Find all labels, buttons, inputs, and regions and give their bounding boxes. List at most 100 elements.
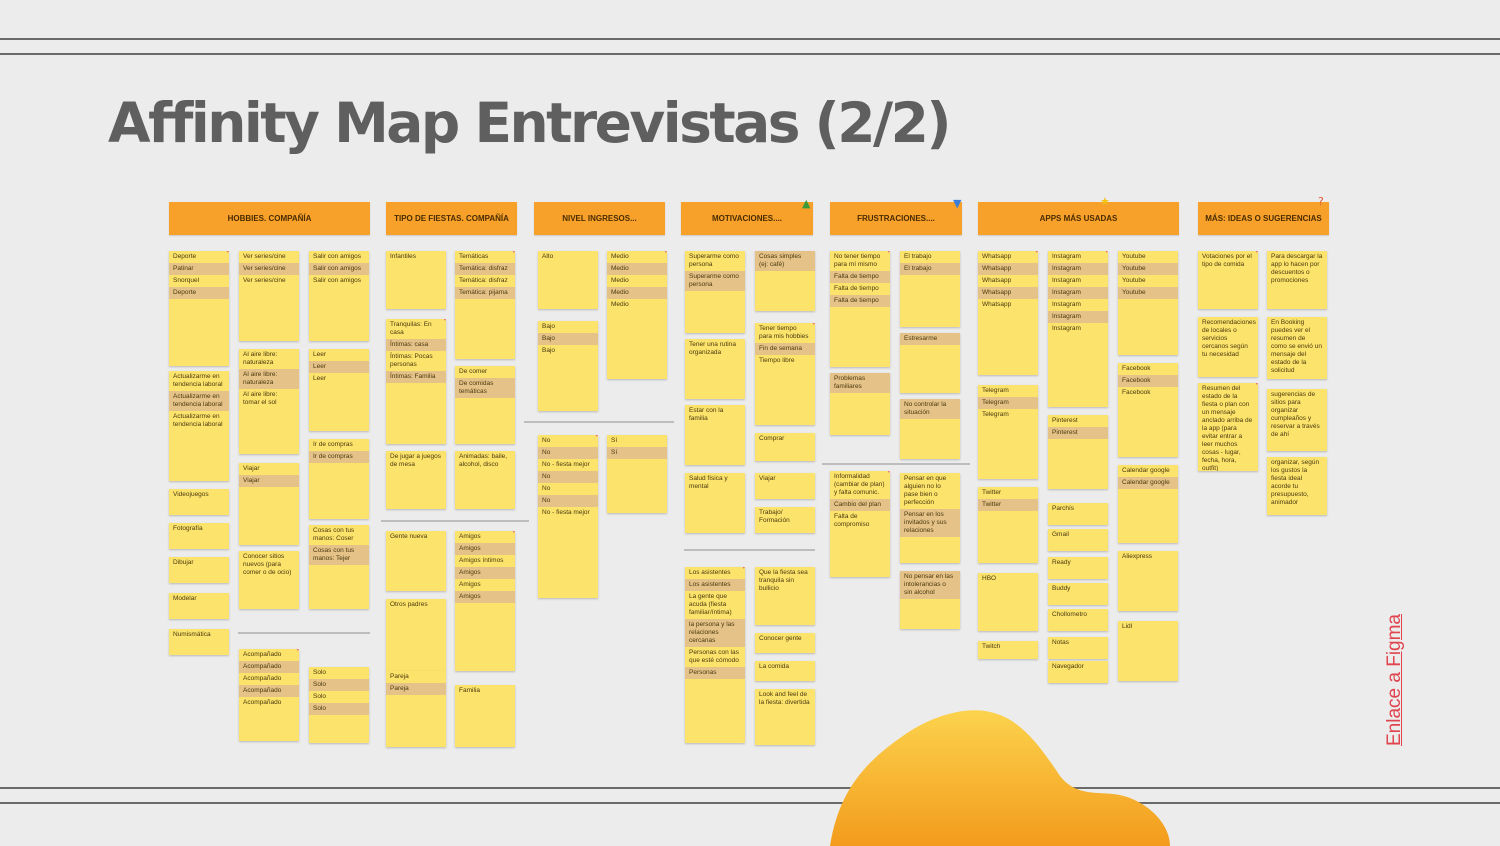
- note-line: De comer: [459, 368, 488, 375]
- sticky-note[interactable]: La comida: [755, 661, 815, 681]
- top-rule-2: [0, 53, 1500, 55]
- sticky-note[interactable]: Gmail: [1048, 529, 1108, 551]
- note-line: Instagram: [1048, 311, 1108, 323]
- sticky-note[interactable]: Salir con amigos Salir con amigos Salir co…: [309, 251, 369, 341]
- note-line: Bajo: [542, 347, 556, 354]
- sticky-note[interactable]: Buddy: [1048, 583, 1108, 605]
- sticky-note[interactable]: Telegram Telegram Telegram: [978, 385, 1038, 479]
- sticky-note[interactable]: Ver series/cine Ver series/cine Ver series…: [239, 251, 299, 341]
- sticky-note[interactable]: Recomendaciones de locales o servicios c…: [1198, 317, 1258, 377]
- note-line: Whatsapp: [978, 287, 1038, 299]
- sticky-note[interactable]: Acompañado Acompañado Acompañado Acompañado…: [239, 649, 299, 741]
- sticky-note[interactable]: Tranquilas: En casa Íntimas: casa Íntimas:…: [386, 319, 446, 444]
- sticky-note[interactable]: sugerencias de sitios para organizar cum…: [1267, 389, 1327, 451]
- sticky-note[interactable]: Medio Medio Medio Medio Medio ♥: [607, 251, 667, 379]
- sticky-note[interactable]: Comprar: [755, 433, 815, 461]
- sticky-note[interactable]: Whatsapp Whatsapp Whatsapp Whatsapp Whatsapp…: [978, 251, 1038, 375]
- sticky-note[interactable]: Familia: [455, 685, 515, 747]
- sticky-note[interactable]: No No No - fiesta mejor No No No No - fiesta m…: [538, 435, 598, 598]
- sticky-note[interactable]: De jugar a juegos de mesa: [386, 451, 446, 509]
- sticky-note[interactable]: organizar, según los gustos la fiesta id…: [1267, 457, 1327, 515]
- sticky-note[interactable]: Informalidad (cambiar de plan) y falta c…: [830, 471, 890, 577]
- note-line: Viajar: [759, 475, 776, 482]
- sticky-note[interactable]: Trabajo/ Formación: [755, 507, 815, 533]
- sticky-note[interactable]: Navegador: [1048, 661, 1108, 683]
- sticky-note[interactable]: Ir de compras Ir de compras: [309, 439, 369, 519]
- sticky-note[interactable]: Pinterest Pinterest: [1048, 415, 1108, 489]
- sticky-note[interactable]: Problemas familiares: [830, 373, 890, 435]
- note-line: Ready: [1052, 559, 1071, 566]
- sticky-note[interactable]: No pensar en las intolerancias o sin alc…: [900, 571, 960, 629]
- sticky-note[interactable]: Solo Solo Solo Solo: [309, 667, 369, 743]
- note-line: Alto: [542, 253, 554, 260]
- note-line: Instagram: [1048, 263, 1108, 275]
- figma-link[interactable]: Enlace a Figma: [1384, 614, 1406, 746]
- sticky-note[interactable]: Pareja Pareja: [386, 671, 446, 747]
- sticky-note[interactable]: Cosas simples (ej: café): [755, 251, 815, 311]
- sticky-note[interactable]: No tener tiempo para mí mismo Falta de ti…: [830, 251, 890, 367]
- sticky-note[interactable]: Para descargar la app lo hacen por descu…: [1267, 251, 1327, 309]
- sticky-note[interactable]: Notas: [1048, 637, 1108, 659]
- sticky-note[interactable]: Otros padres: [386, 599, 446, 671]
- sticky-note[interactable]: Conocer sitios nuevos (para comer o de o…: [239, 551, 299, 609]
- note-line: Otros padres: [390, 601, 428, 608]
- sticky-note[interactable]: Votaciones por el tipo de comida♥: [1198, 251, 1258, 309]
- sticky-note[interactable]: Cosas con tus manos: Coser Cosas con tus …: [309, 525, 369, 609]
- sticky-note[interactable]: Que la fiesta sea tranquila sin bullicio: [755, 567, 815, 625]
- note-line: Personas: [685, 667, 745, 679]
- sticky-note[interactable]: Pensar en que alguien no lo pase bien o …: [900, 473, 960, 563]
- sticky-note[interactable]: Salud física y mental: [685, 473, 745, 533]
- note-line: Falta de tiempo: [834, 285, 879, 292]
- sticky-note[interactable]: Chollometro: [1048, 609, 1108, 631]
- sticky-note[interactable]: Al aire libre: naturaleza Al aire libre: …: [239, 349, 299, 454]
- sticky-note[interactable]: Tener tiempo para mis hobbies Fin de sema…: [755, 323, 815, 425]
- sticky-note[interactable]: Superarme como persona Superarme como per…: [685, 251, 745, 333]
- sticky-note[interactable]: Modelar: [169, 593, 229, 619]
- thumbs-down-icon: ▼: [953, 197, 962, 210]
- sticky-note[interactable]: Aliexpress: [1118, 551, 1178, 611]
- sticky-note[interactable]: Gente nueva: [386, 531, 446, 591]
- sticky-note[interactable]: Calendar google Calendar google: [1118, 465, 1178, 543]
- sticky-note[interactable]: Infantiles: [386, 251, 446, 309]
- group-separator: [822, 463, 970, 465]
- sticky-note[interactable]: El trabajo El trabajo: [900, 251, 960, 327]
- sticky-note[interactable]: Dibujar: [169, 557, 229, 583]
- sticky-note[interactable]: Actualizarme en tendencia laboral Actuali…: [169, 371, 229, 481]
- sticky-note[interactable]: Bajo Bajo Bajo: [538, 321, 598, 411]
- sticky-note[interactable]: HBO: [978, 573, 1038, 631]
- sticky-note[interactable]: De comer De comidas temáticas: [455, 366, 515, 444]
- sticky-note[interactable]: Alto: [538, 251, 598, 309]
- sticky-note[interactable]: Estresarme: [900, 333, 960, 393]
- sticky-note[interactable]: Look and feel de la fiesta: divertida: [755, 689, 815, 745]
- sticky-note[interactable]: Twitter Twitter: [978, 487, 1038, 563]
- sticky-note[interactable]: Instagram Instagram Instagram Instagram Inst…: [1048, 251, 1108, 407]
- sticky-note[interactable]: Viajar Viajar: [239, 463, 299, 545]
- sticky-note[interactable]: Deporte Patinar Snorquel Deporte ♥: [169, 251, 229, 366]
- sticky-note[interactable]: Twitch: [978, 641, 1038, 659]
- note-line: Recomendaciones de locales o servicios c…: [1202, 319, 1256, 358]
- sticky-note[interactable]: Leer Leer Leer: [309, 349, 369, 431]
- sticky-note[interactable]: Videojuegos: [169, 489, 229, 515]
- sticky-note[interactable]: Facebook Facebook Facebook: [1118, 363, 1178, 457]
- sticky-note[interactable]: Youtube Youtube Youtube Youtube: [1118, 251, 1178, 355]
- sticky-note[interactable]: Temáticas Temática: disfraz Temática: disf…: [455, 251, 515, 359]
- note-line: Chollometro: [1052, 611, 1088, 618]
- note-line: Para descargar la app lo hacen por descu…: [1271, 253, 1323, 284]
- sticky-note[interactable]: Ready: [1048, 557, 1108, 579]
- sticky-note[interactable]: No controlar la situación: [900, 399, 960, 459]
- sticky-note[interactable]: Parchís: [1048, 503, 1108, 525]
- sticky-note[interactable]: Tener una rutina organizada: [685, 339, 745, 399]
- sticky-note[interactable]: Viajar: [755, 473, 815, 499]
- sticky-note[interactable]: En Booking puedes ver el resumen de como…: [1267, 317, 1327, 379]
- sticky-note[interactable]: Numismática: [169, 629, 229, 655]
- note-line: No - fiesta mejor: [542, 461, 590, 468]
- sticky-note[interactable]: Estar con la familia: [685, 405, 745, 465]
- sticky-note[interactable]: Resumen del estado de la fiesta o plan c…: [1198, 383, 1258, 471]
- sticky-note[interactable]: Sí Sí: [607, 435, 667, 513]
- sticky-note[interactable]: Animadas: baile, alcohol, disco: [455, 451, 515, 509]
- sticky-note[interactable]: Fotografía: [169, 523, 229, 549]
- sticky-note[interactable]: Conocer gente: [755, 633, 815, 653]
- sticky-note[interactable]: Lidl: [1118, 621, 1178, 681]
- sticky-note[interactable]: Amigos Amigos Amigos íntimos Amigos Amigos Am…: [455, 531, 515, 671]
- sticky-note[interactable]: Los asistentes Los asistentes La gente que…: [685, 567, 745, 743]
